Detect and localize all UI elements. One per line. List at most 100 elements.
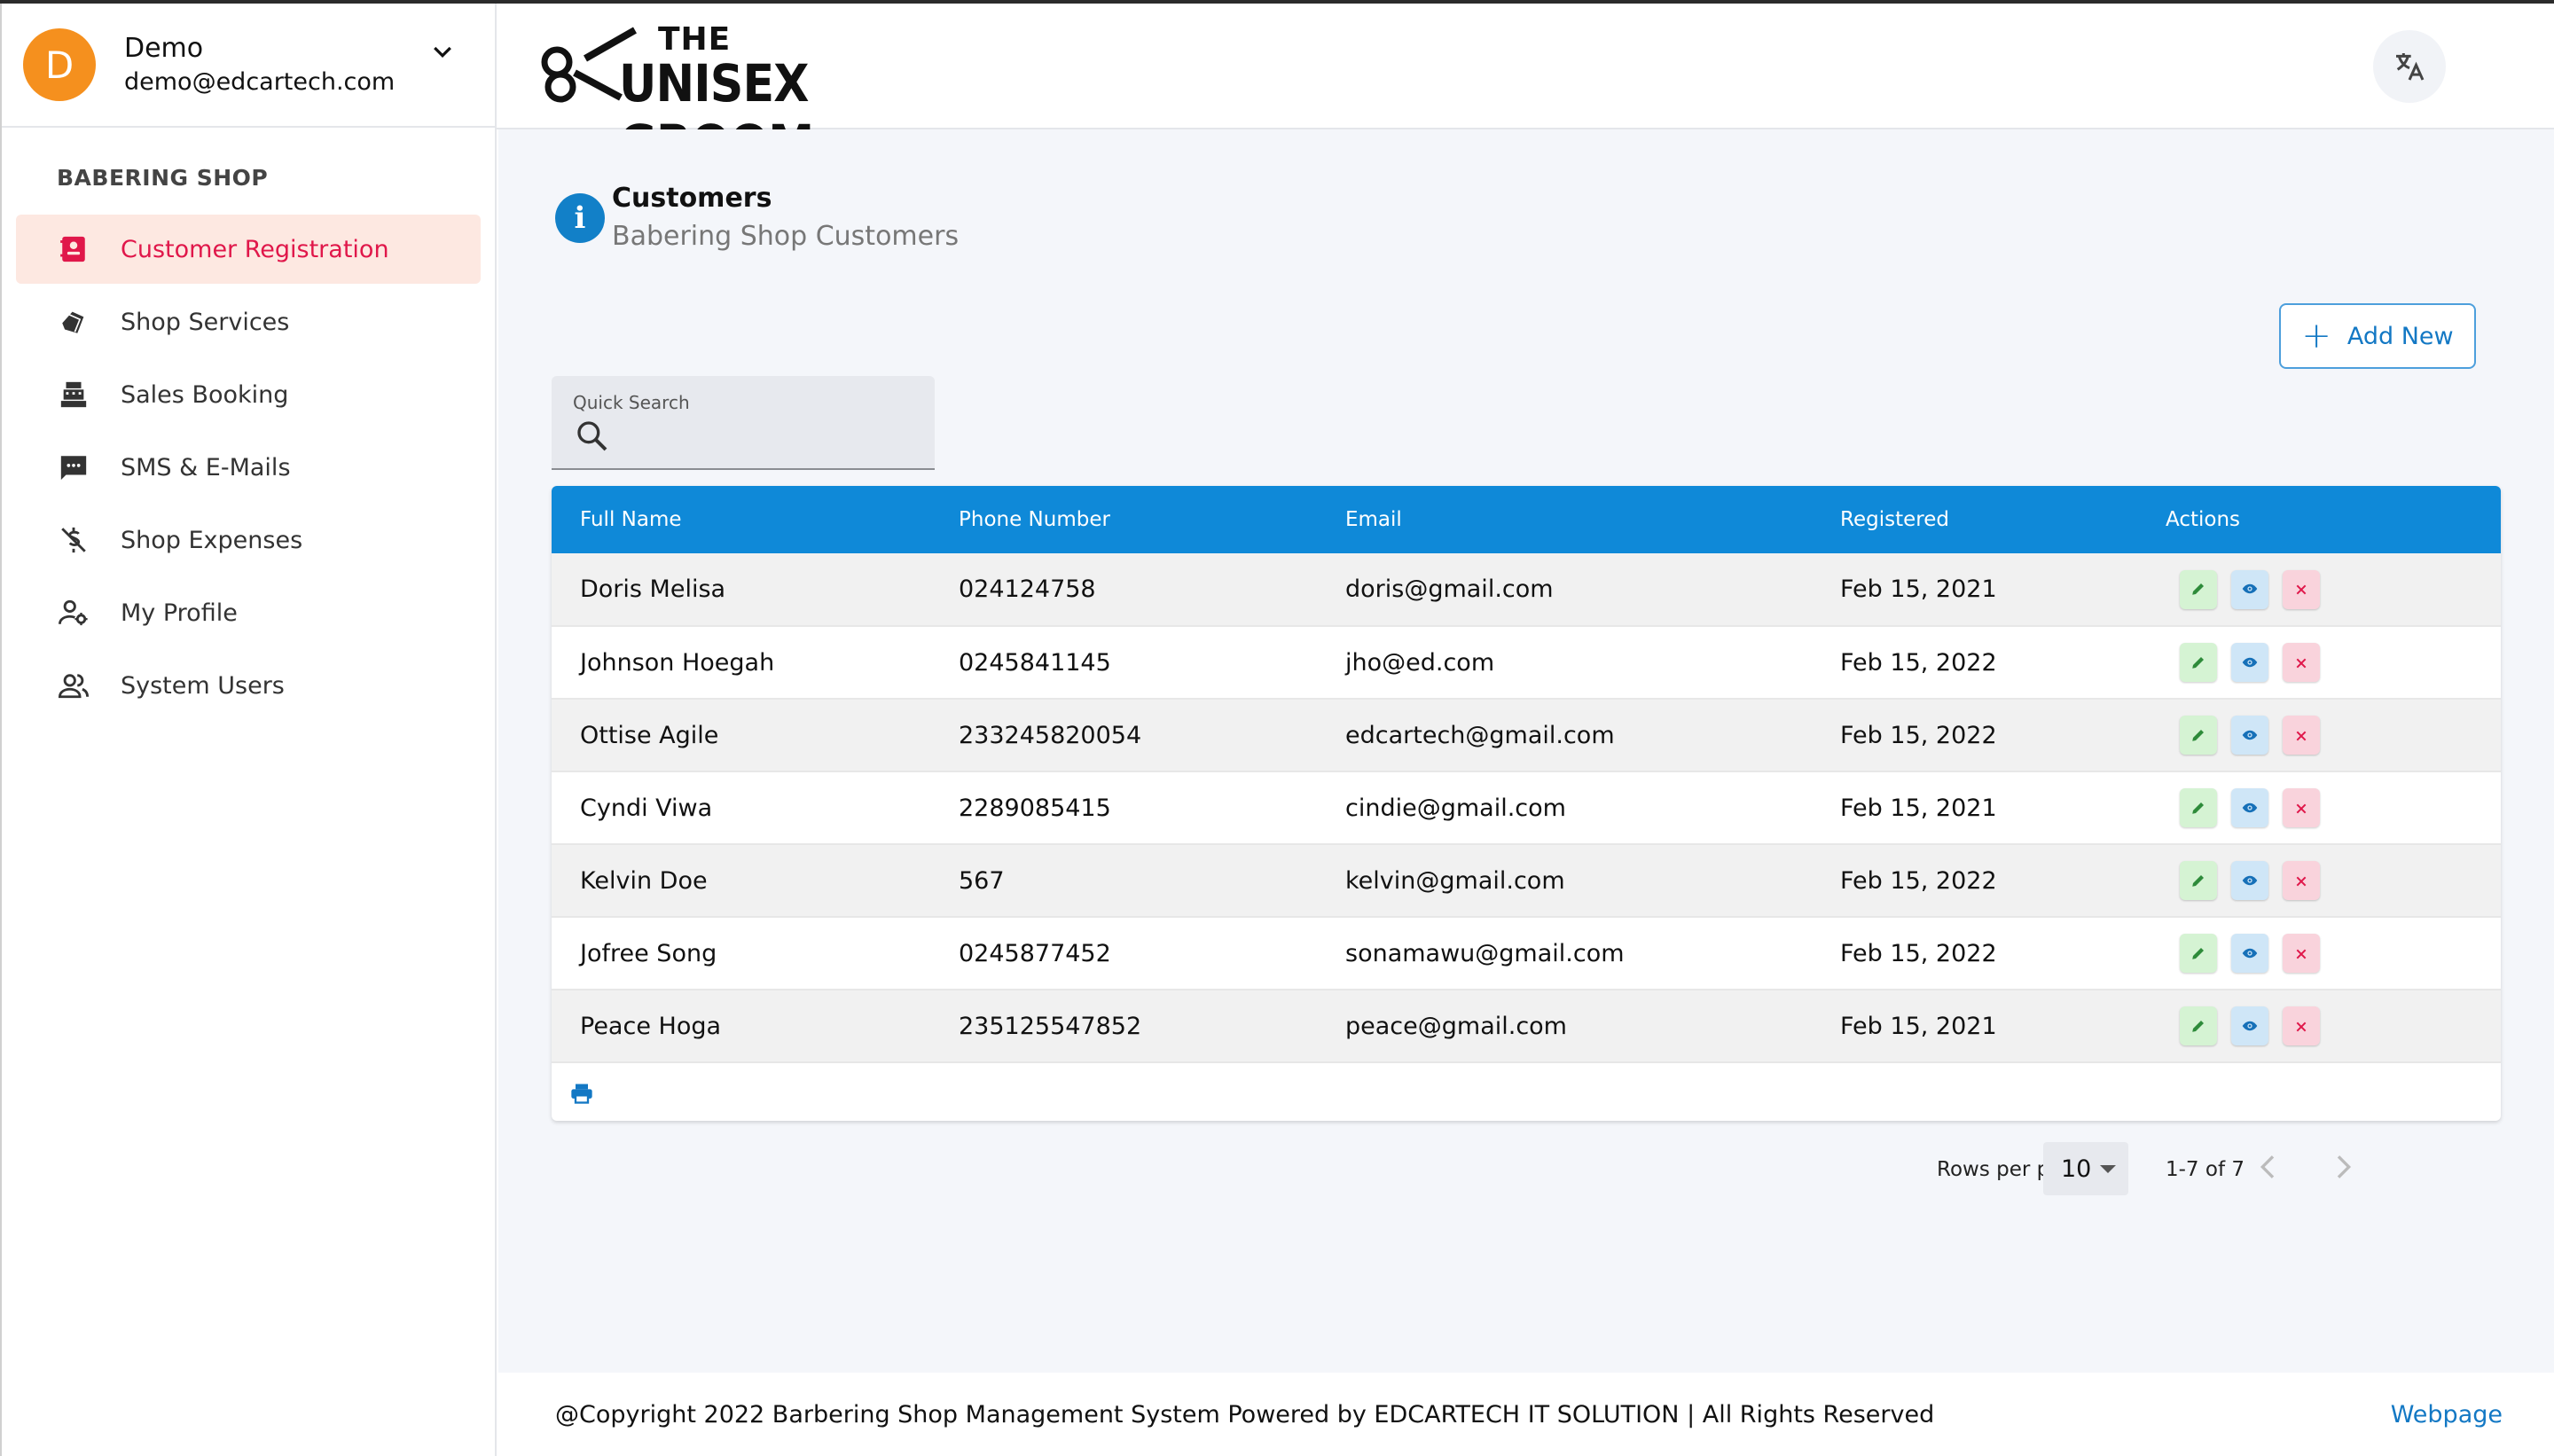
delete-button[interactable] [2283, 643, 2320, 682]
delete-button[interactable] [2283, 716, 2320, 755]
table-row[interactable]: Peace Hoga 235125547852 peace@gmail.com Feb… [552, 990, 2501, 1062]
eye-icon [2240, 722, 2260, 749]
search-input[interactable]: Quick Search [552, 376, 935, 470]
edit-button[interactable] [2180, 1006, 2217, 1045]
sidebar-item-my-profile[interactable]: My Profile [16, 578, 481, 647]
user-menu[interactable]: D Demo demo@edcartech.com [2, 4, 495, 128]
cell-email: jho@ed.com [1345, 648, 1495, 677]
cell-actions [2137, 699, 2501, 771]
webpage-link[interactable]: Webpage [2391, 1401, 2503, 1429]
caret-down-icon [2100, 1165, 2116, 1173]
view-button[interactable] [2231, 934, 2268, 973]
cell-phone: 567 [959, 866, 1005, 895]
translate-button[interactable] [2373, 30, 2446, 103]
pencil-icon [2190, 940, 2206, 967]
view-button[interactable] [2231, 643, 2268, 682]
chevron-right-icon[interactable] [2325, 1149, 2361, 1185]
eye-icon [2240, 795, 2260, 822]
close-icon [2294, 940, 2308, 967]
pencil-icon [2190, 867, 2206, 895]
cell-registered: Feb 15, 2021 [1840, 1012, 1997, 1040]
cell-email: edcartech@gmail.com [1345, 721, 1615, 749]
delete-button[interactable] [2283, 1006, 2320, 1045]
table-row[interactable]: Johnson Hoegah 0245841145 jho@ed.com Feb 15… [552, 626, 2501, 699]
close-icon [2294, 722, 2308, 749]
pencil-icon [2190, 649, 2206, 677]
close-icon [2294, 649, 2308, 677]
edit-button[interactable] [2180, 934, 2217, 973]
chevron-down-icon[interactable] [429, 39, 456, 66]
cell-registered: Feb 15, 2021 [1840, 794, 1997, 822]
cell-full-name: Doris Melisa [580, 575, 726, 603]
sidebar-item-sales-booking[interactable]: Sales Booking [16, 360, 481, 429]
edit-button[interactable] [2180, 788, 2217, 827]
cell-registered: Feb 15, 2022 [1840, 721, 1997, 749]
print-icon[interactable] [569, 1081, 594, 1106]
sidebar-item-shop-services[interactable]: Shop Services [16, 287, 481, 356]
eye-icon [2240, 649, 2260, 677]
delete-button[interactable] [2283, 934, 2320, 973]
column-header-phone[interactable]: Phone Number [930, 486, 1317, 553]
table-row[interactable]: Ottise Agile 233245820054 edcartech@gmail.… [552, 699, 2501, 771]
search-label: Quick Search [573, 392, 690, 413]
cell-full-name: Cyndi Viwa [580, 794, 713, 822]
view-button[interactable] [2231, 1006, 2268, 1045]
table-footer [552, 1063, 2501, 1121]
cell-email: cindie@gmail.com [1345, 794, 1566, 822]
eye-icon [2240, 575, 2260, 603]
customers-table: Full Name Phone Number Email Registered … [552, 486, 2501, 1121]
table-row[interactable]: Cyndi Viwa 2289085415 cindie@gmail.com Feb … [552, 771, 2501, 844]
edit-button[interactable] [2180, 569, 2217, 609]
view-button[interactable] [2231, 569, 2268, 609]
sidebar-item-sms-emails[interactable]: SMS & E-Mails [16, 433, 481, 502]
table-header-row: Full Name Phone Number Email Registered … [552, 486, 2501, 553]
brand-logo[interactable]: THE UNISEX GROOM [536, 20, 979, 174]
table-row[interactable]: Kelvin Doe 567 kelvin@gmail.com Feb 15, 202… [552, 844, 2501, 917]
cell-full-name: Jofree Song [580, 939, 717, 967]
cell-email: doris@gmail.com [1345, 575, 1554, 603]
cell-email: kelvin@gmail.com [1345, 866, 1565, 895]
delete-button[interactable] [2283, 569, 2320, 609]
edit-button[interactable] [2180, 716, 2217, 755]
edit-button[interactable] [2180, 861, 2217, 900]
cell-full-name: Peace Hoga [580, 1012, 722, 1040]
column-header-full-name[interactable]: Full Name [552, 486, 930, 553]
rows-per-page-select[interactable]: 10 [2043, 1142, 2128, 1195]
pagination: Rows per page: 10 1-7 of 7 [1667, 1133, 2554, 1204]
sidebar-item-label: Shop Services [121, 308, 290, 336]
user-info: Demo demo@edcartech.com [124, 31, 395, 98]
translate-icon [2396, 53, 2425, 81]
chevron-left-icon[interactable] [2251, 1149, 2286, 1185]
cell-registered: Feb 15, 2022 [1840, 866, 1997, 895]
delete-button[interactable] [2283, 861, 2320, 900]
delete-button[interactable] [2283, 788, 2320, 827]
column-header-registered[interactable]: Registered [1812, 486, 2137, 553]
sidebar-item-label: SMS & E-Mails [121, 453, 291, 481]
sidebar-item-shop-expenses[interactable]: Shop Expenses [16, 505, 481, 575]
column-header-actions: Actions [2166, 508, 2241, 531]
tag-icon [57, 305, 90, 339]
sidebar-item-label: System Users [121, 671, 285, 700]
logo-text-top: THE [658, 21, 732, 58]
view-button[interactable] [2231, 861, 2268, 900]
cell-actions [2137, 626, 2501, 699]
user-email: demo@edcartech.com [124, 68, 396, 96]
copyright-text: @Copyright 2022 Barbering Shop Managemen… [555, 1400, 1935, 1429]
add-new-button[interactable]: + Add New [2279, 303, 2476, 369]
cell-email: sonamawu@gmail.com [1345, 939, 1625, 967]
sidebar-nav: Customer Registration Shop Services Sale… [2, 215, 495, 720]
eye-icon [2240, 940, 2260, 967]
sidebar-item-customer-registration[interactable]: Customer Registration [16, 215, 481, 284]
view-button[interactable] [2231, 716, 2268, 755]
sidebar-item-system-users[interactable]: System Users [16, 651, 481, 720]
table-row[interactable]: Jofree Song 0245877452 sonamawu@gmail.com F… [552, 917, 2501, 990]
users-icon [57, 669, 90, 702]
view-button[interactable] [2231, 788, 2268, 827]
column-header-email[interactable]: Email [1317, 486, 1812, 553]
edit-button[interactable] [2180, 643, 2217, 682]
cash-register-icon [57, 378, 90, 411]
table-body: Doris Melisa 024124758 doris@gmail.com Feb … [552, 553, 2501, 1062]
table-row[interactable]: Doris Melisa 024124758 doris@gmail.com Feb … [552, 553, 2501, 626]
cell-full-name: Kelvin Doe [580, 866, 708, 895]
cell-actions [2137, 917, 2501, 990]
